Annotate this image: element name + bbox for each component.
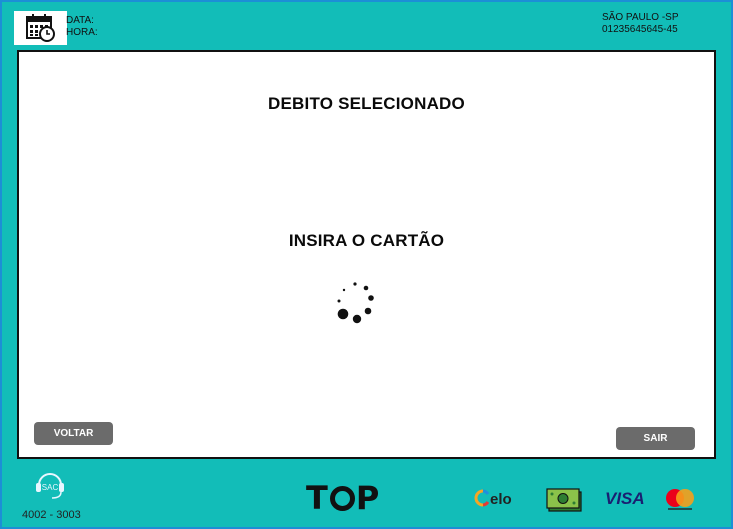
instruction-message: INSIRA O CARTÃO (288, 231, 445, 250)
calendar-box (14, 11, 67, 45)
terminal-id: 01235645645-45 (602, 24, 678, 35)
main-panel: DEBITO SELECIONADO INSIRA O CARTÃO VOLTA… (17, 50, 716, 459)
date-label: DATA: (66, 15, 94, 26)
mastercard-logo-icon (666, 489, 694, 510)
loading-spinner-icon (337, 282, 374, 324)
sac-label: SAC (42, 483, 59, 492)
brand-logo: TP (306, 479, 381, 517)
atm-screen: DATA: HORA: SÃO PAULO -SP 01235645645-45… (0, 0, 733, 529)
svg-text:elo: elo (490, 491, 512, 508)
time-label: HORA: (66, 27, 98, 38)
sac-phone: 4002 - 3003 (22, 509, 81, 521)
page-title: DEBITO SELECIONADO (268, 94, 465, 113)
exit-button[interactable]: SAIR (616, 427, 695, 450)
date-time-labels: DATA: HORA: (66, 15, 98, 39)
elo-logo-icon: elo (474, 489, 512, 508)
visa-logo: VISA (605, 489, 645, 508)
cash-icon (546, 488, 582, 512)
sac-headset-icon: SAC (36, 473, 64, 499)
location-text: SÃO PAULO -SP (602, 12, 679, 23)
back-button[interactable]: VOLTAR (34, 422, 113, 445)
location-info: SÃO PAULO -SP 01235645645-45 (602, 12, 679, 36)
calendar-clock-icon (25, 14, 55, 42)
